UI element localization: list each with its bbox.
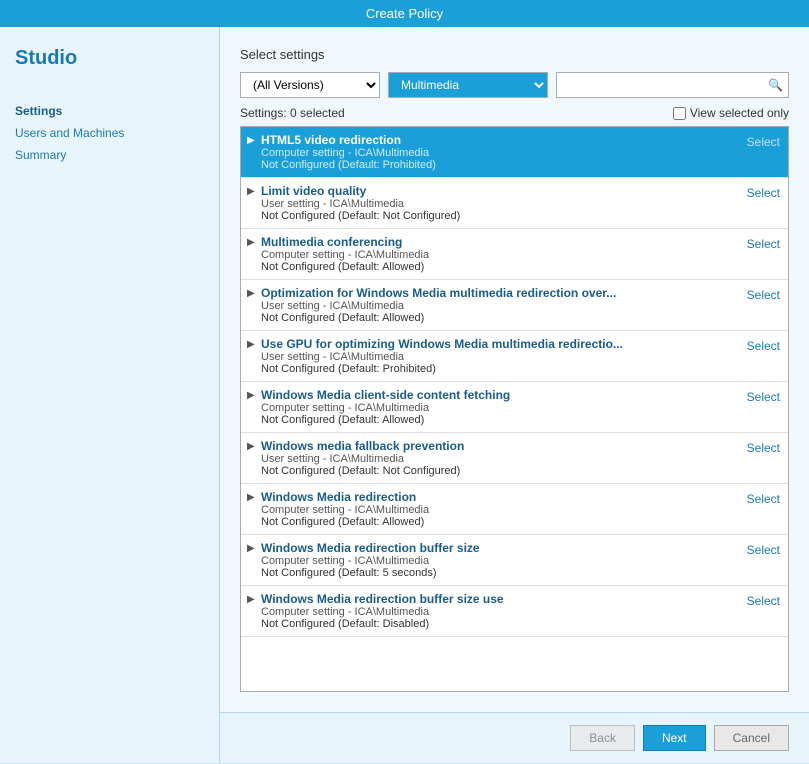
setting-info: Optimization for Windows Media multimedi…	[261, 286, 737, 324]
select-link[interactable]: Select	[747, 337, 780, 353]
sidebar-nav: Settings Users and Machines Summary	[15, 100, 204, 166]
expand-arrow-icon: ▶	[247, 339, 255, 350]
select-link[interactable]: Select	[747, 235, 780, 251]
footer-buttons: Back Next Cancel	[220, 712, 809, 763]
select-link[interactable]: Select	[747, 439, 780, 455]
setting-type: Computer setting - ICA\Multimedia	[261, 504, 737, 516]
section-title: Select settings	[240, 47, 789, 62]
window-title: Create Policy	[366, 6, 443, 21]
sidebar: Studio Settings Users and Machines Summa…	[0, 27, 220, 763]
setting-item[interactable]: ▶ HTML5 video redirection Computer setti…	[241, 127, 788, 178]
expand-arrow-icon: ▶	[247, 594, 255, 605]
cancel-button[interactable]: Cancel	[714, 725, 789, 751]
setting-type: User setting - ICA\Multimedia	[261, 351, 737, 363]
setting-name: Windows Media redirection	[261, 490, 737, 504]
setting-name: Multimedia conferencing	[261, 235, 737, 249]
sidebar-item-settings[interactable]: Settings	[15, 100, 204, 122]
expand-arrow-icon: ▶	[247, 135, 255, 146]
setting-status: Not Configured (Default: Allowed)	[261, 414, 737, 426]
setting-item[interactable]: ▶ Use GPU for optimizing Windows Media m…	[241, 331, 788, 382]
setting-name: Use GPU for optimizing Windows Media mul…	[261, 337, 737, 351]
setting-status: Not Configured (Default: Allowed)	[261, 261, 737, 273]
setting-status: Not Configured (Default: Not Configured)	[261, 465, 737, 477]
expand-arrow-icon: ▶	[247, 543, 255, 554]
category-filter[interactable]: Multimedia	[388, 72, 548, 98]
setting-type: User setting - ICA\Multimedia	[261, 198, 737, 210]
settings-list: ▶ HTML5 video redirection Computer setti…	[240, 126, 789, 692]
setting-name: Limit video quality	[261, 184, 737, 198]
status-row: Settings: 0 selected View selected only	[240, 106, 789, 120]
select-link[interactable]: Select	[747, 286, 780, 302]
search-icon: 🔍	[768, 78, 783, 92]
setting-info: Windows Media redirection buffer size Co…	[261, 541, 737, 579]
sidebar-item-summary[interactable]: Summary	[15, 144, 204, 166]
setting-item[interactable]: ▶ Limit video quality User setting - ICA…	[241, 178, 788, 229]
search-input[interactable]	[556, 72, 789, 98]
setting-item[interactable]: ▶ Windows Media redirection buffer size …	[241, 535, 788, 586]
setting-type: Computer setting - ICA\Multimedia	[261, 249, 737, 261]
setting-status: Not Configured (Default: Prohibited)	[261, 159, 737, 171]
expand-arrow-icon: ▶	[247, 441, 255, 452]
app-name: Studio	[15, 47, 204, 70]
expand-arrow-icon: ▶	[247, 186, 255, 197]
select-link[interactable]: Select	[747, 388, 780, 404]
setting-type: Computer setting - ICA\Multimedia	[261, 606, 737, 618]
setting-name: Optimization for Windows Media multimedi…	[261, 286, 737, 300]
setting-info: Windows Media client-side content fetchi…	[261, 388, 737, 426]
setting-info: Use GPU for optimizing Windows Media mul…	[261, 337, 737, 375]
setting-info: Limit video quality User setting - ICA\M…	[261, 184, 737, 222]
expand-arrow-icon: ▶	[247, 390, 255, 401]
setting-name: Windows Media redirection buffer size us…	[261, 592, 737, 606]
setting-info: Windows Media redirection Computer setti…	[261, 490, 737, 528]
select-link[interactable]: Select	[747, 541, 780, 557]
setting-info: Multimedia conferencing Computer setting…	[261, 235, 737, 273]
setting-type: Computer setting - ICA\Multimedia	[261, 147, 737, 159]
setting-name: Windows Media redirection buffer size	[261, 541, 737, 555]
select-link[interactable]: Select	[747, 592, 780, 608]
setting-item[interactable]: ▶ Windows Media redirection buffer size …	[241, 586, 788, 637]
setting-status: Not Configured (Default: Not Configured)	[261, 210, 737, 222]
content-area: Select settings (All Versions) Multimedi…	[220, 27, 809, 712]
setting-status: Not Configured (Default: Prohibited)	[261, 363, 737, 375]
view-selected-checkbox[interactable]	[673, 107, 686, 120]
version-filter[interactable]: (All Versions)	[240, 72, 380, 98]
setting-name: HTML5 video redirection	[261, 133, 737, 147]
setting-info: HTML5 video redirection Computer setting…	[261, 133, 737, 171]
setting-info: Windows Media redirection buffer size us…	[261, 592, 737, 630]
setting-item[interactable]: ▶ Windows Media redirection Computer set…	[241, 484, 788, 535]
select-link[interactable]: Select	[747, 184, 780, 200]
setting-type: User setting - ICA\Multimedia	[261, 453, 737, 465]
status-text: Settings: 0 selected	[240, 106, 345, 120]
setting-type: Computer setting - ICA\Multimedia	[261, 402, 737, 414]
setting-item[interactable]: ▶ Windows media fallback prevention User…	[241, 433, 788, 484]
select-link[interactable]: Select	[747, 490, 780, 506]
setting-item[interactable]: ▶ Windows Media client-side content fetc…	[241, 382, 788, 433]
title-bar: Create Policy	[0, 0, 809, 27]
back-button[interactable]: Back	[570, 725, 635, 751]
setting-item[interactable]: ▶ Optimization for Windows Media multime…	[241, 280, 788, 331]
setting-status: Not Configured (Default: 5 seconds)	[261, 567, 737, 579]
search-box: 🔍	[556, 72, 789, 98]
setting-info: Windows media fallback prevention User s…	[261, 439, 737, 477]
setting-type: Computer setting - ICA\Multimedia	[261, 555, 737, 567]
setting-status: Not Configured (Default: Disabled)	[261, 618, 737, 630]
expand-arrow-icon: ▶	[247, 237, 255, 248]
setting-type: User setting - ICA\Multimedia	[261, 300, 737, 312]
sidebar-item-users-machines[interactable]: Users and Machines	[15, 122, 204, 144]
filter-row: (All Versions) Multimedia 🔍	[240, 72, 789, 98]
view-selected-label[interactable]: View selected only	[673, 106, 789, 120]
select-link[interactable]: Select	[747, 133, 780, 149]
expand-arrow-icon: ▶	[247, 492, 255, 503]
setting-status: Not Configured (Default: Allowed)	[261, 516, 737, 528]
setting-item[interactable]: ▶ Multimedia conferencing Computer setti…	[241, 229, 788, 280]
expand-arrow-icon: ▶	[247, 288, 255, 299]
next-button[interactable]: Next	[643, 725, 706, 751]
setting-name: Windows Media client-side content fetchi…	[261, 388, 737, 402]
setting-status: Not Configured (Default: Allowed)	[261, 312, 737, 324]
setting-name: Windows media fallback prevention	[261, 439, 737, 453]
